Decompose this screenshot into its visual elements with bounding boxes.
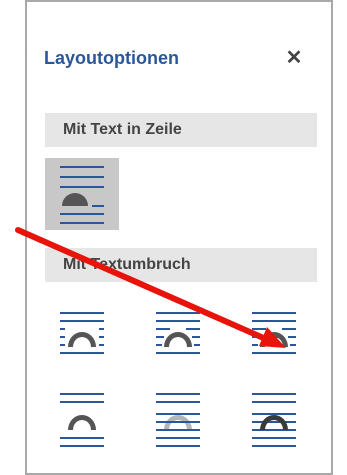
section-label-wrap: Mit Textumbruch [63,256,191,273]
wrap-through-icon [252,312,296,354]
section-header-inline: Mit Text in Zeile [45,113,317,147]
wrap-square-icon [60,312,104,354]
wrap-tight-icon [156,312,200,354]
close-icon: ✕ [285,46,303,69]
close-button[interactable]: ✕ [280,43,308,71]
layout-option-square[interactable] [45,298,119,370]
section-header-wrap: Mit Textumbruch [45,248,317,282]
wrap-behind-text-icon [156,393,200,447]
layout-option-through[interactable] [237,298,311,370]
wrap-in-front-icon [252,393,296,447]
panel-title: Layoutoptionen [44,48,179,68]
layout-option-in-front-of-text[interactable] [237,385,311,457]
wrap-top-bottom-icon [60,393,104,447]
layout-option-top-and-bottom[interactable] [45,385,119,457]
inline-with-text-icon [60,166,104,224]
layout-option-behind-text[interactable] [141,385,215,457]
layout-option-tight[interactable] [141,298,215,370]
layout-option-inline-with-text[interactable] [45,158,119,230]
section-label-inline: Mit Text in Zeile [63,121,182,138]
